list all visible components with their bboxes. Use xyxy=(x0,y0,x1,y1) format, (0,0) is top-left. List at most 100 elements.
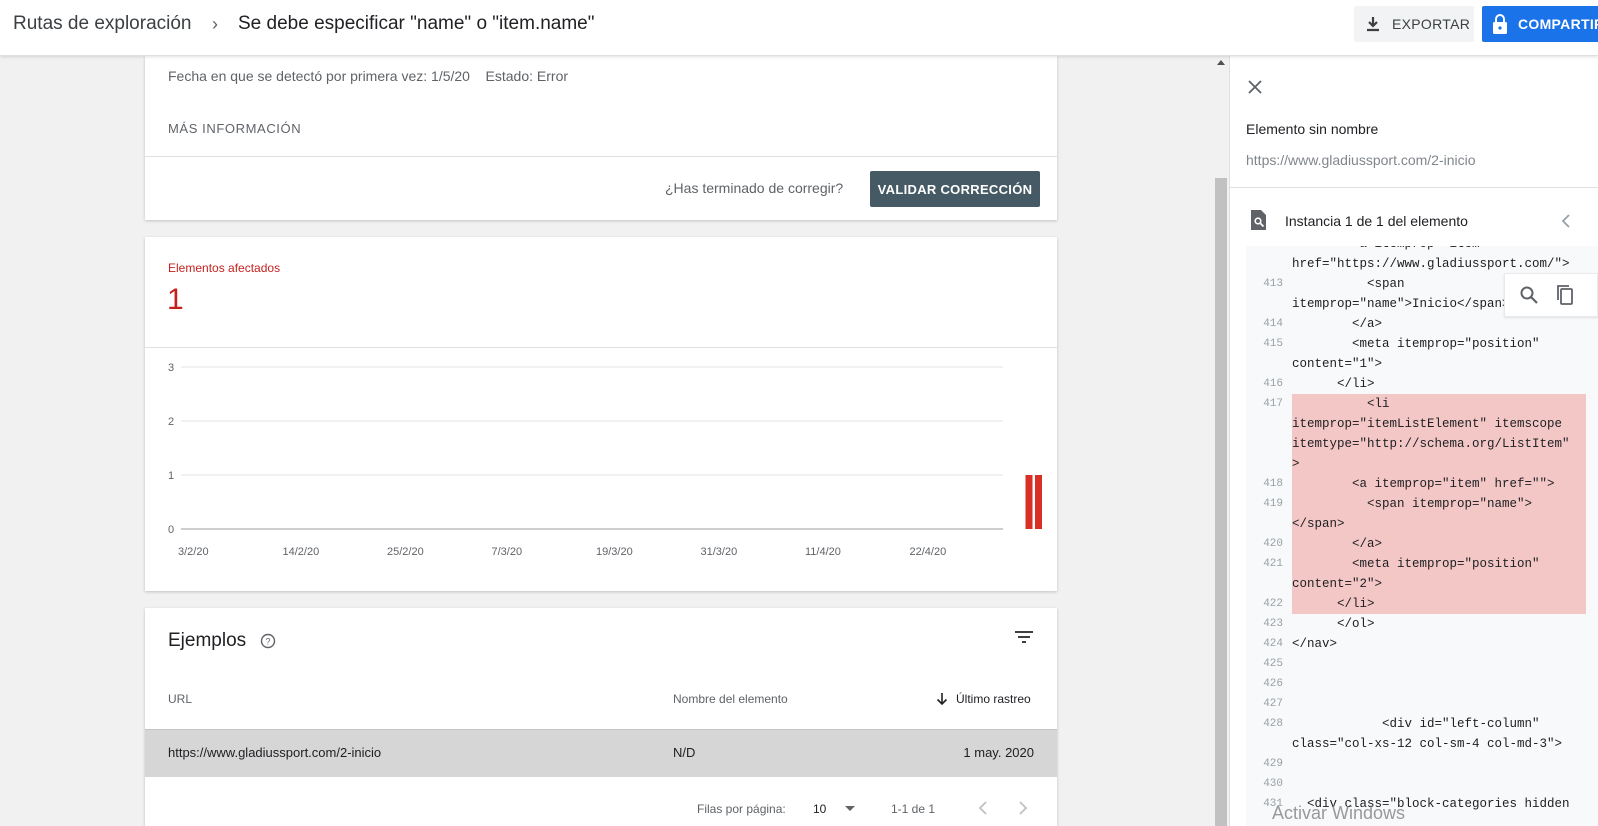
scroll-up-arrow[interactable] xyxy=(1217,60,1225,65)
chart-bar[interactable] xyxy=(1035,475,1042,529)
code-text: </nav> xyxy=(1292,637,1338,651)
code-text: </li> xyxy=(1292,377,1375,391)
code-line: 430 xyxy=(1246,774,1598,794)
prev-page-icon[interactable] xyxy=(977,800,989,816)
search-icon[interactable] xyxy=(1519,285,1539,305)
next-page-icon[interactable] xyxy=(1017,800,1029,816)
breadcrumb-root[interactable]: Rutas de exploración xyxy=(13,13,192,35)
x-tick-label: 25/2/20 xyxy=(387,546,424,558)
highlighted-code-line: content="2"> xyxy=(1246,574,1598,594)
code-line: 429 xyxy=(1246,754,1598,774)
svg-text:?: ? xyxy=(265,637,270,647)
line-number xyxy=(1246,574,1292,594)
help-icon[interactable]: ? xyxy=(260,633,276,649)
highlighted-code-line: 418 <a itemprop="item" href=""> xyxy=(1246,474,1598,494)
highlighted-code-line: 422 </li> xyxy=(1246,594,1598,614)
code-text: </ol> xyxy=(1292,617,1375,631)
code-text: class="col-xs-12 col-sm-4 col-md-3"> xyxy=(1292,737,1563,751)
code-text: <a itemprop="item" xyxy=(1292,246,1586,254)
code-line: 416 </li> xyxy=(1246,374,1598,394)
code-text: </a> xyxy=(1292,534,1586,554)
x-tick-label: 22/4/20 xyxy=(910,546,947,558)
code-text: itemtype="http://schema.org/ListItem" xyxy=(1292,434,1586,454)
code-text: href="https://www.gladiussport.com/"> xyxy=(1292,257,1570,271)
export-button[interactable]: EXPORTAR xyxy=(1354,6,1474,42)
element-name: Elemento sin nombre xyxy=(1246,121,1379,137)
status-label: Estado: xyxy=(485,68,534,84)
row-name: N/D xyxy=(673,745,696,760)
inspect-page-icon xyxy=(1251,210,1266,230)
lock-icon xyxy=(1493,14,1507,34)
y-tick-label: 2 xyxy=(168,416,174,428)
line-number: 412 xyxy=(1246,246,1292,254)
line-number: 426 xyxy=(1263,678,1283,690)
code-line: 424 </nav> xyxy=(1246,634,1598,654)
highlighted-code-line: 420 </a> xyxy=(1246,534,1598,554)
line-number xyxy=(1246,294,1292,314)
line-number: 429 xyxy=(1263,758,1283,770)
element-url: https://www.gladiussport.com/2-inicio xyxy=(1246,152,1476,168)
highlighted-code-line: itemtype="http://schema.org/ListItem" xyxy=(1246,434,1598,454)
more-info-link[interactable]: MÁS INFORMACIÓN xyxy=(168,121,301,136)
line-number: 420 xyxy=(1263,538,1283,550)
highlighted-code-line: 417 <li xyxy=(1246,394,1598,414)
rows-per-page-select[interactable]: 10 xyxy=(813,802,856,816)
close-icon[interactable] xyxy=(1246,78,1264,96)
line-number: 418 xyxy=(1263,478,1283,490)
x-tick-label: 3/2/20 xyxy=(178,546,209,558)
code-line: content="1"> xyxy=(1246,354,1598,374)
examples-card: Ejemplos ? URL Nombre del elemento Últim… xyxy=(145,608,1057,826)
code-text: content="2"> xyxy=(1292,574,1586,594)
column-header-name[interactable]: Nombre del elemento xyxy=(673,692,788,706)
share-button[interactable]: COMPARTIR xyxy=(1482,6,1598,42)
divider xyxy=(1230,187,1598,188)
code-text: </a> xyxy=(1292,317,1383,331)
download-icon xyxy=(1367,17,1379,32)
highlighted-code-line: 421 <meta itemprop="position" xyxy=(1246,554,1598,574)
line-number xyxy=(1246,734,1292,754)
filter-icon[interactable] xyxy=(1013,628,1035,646)
line-number xyxy=(1246,414,1292,434)
code-line: href="https://www.gladiussport.com/"> xyxy=(1246,254,1598,274)
highlighted-code-line: 419 <span itemprop="name"> xyxy=(1246,494,1598,514)
column-header-url[interactable]: URL xyxy=(168,692,192,706)
code-text: <li xyxy=(1292,394,1586,414)
column-header-last-crawl[interactable]: Último rastreo xyxy=(935,692,1034,706)
code-text: <meta itemprop="position" xyxy=(1292,337,1540,351)
page-title: Se debe especificar "name" o "item.name" xyxy=(238,13,595,34)
line-number: 419 xyxy=(1263,498,1283,510)
code-text: <a itemprop="item" href=""> xyxy=(1292,474,1586,494)
code-viewer[interactable]: 412 <a itemprop="item" href="https://www.… xyxy=(1246,246,1598,826)
code-toolbar xyxy=(1504,273,1598,317)
line-number xyxy=(1246,514,1292,534)
status-value: Error xyxy=(536,68,569,84)
line-number: 415 xyxy=(1263,338,1283,350)
code-line: 426 xyxy=(1246,674,1598,694)
affected-items-card: Elementos afectados 1 0 1 2 3 3/2/20 14/2/20 2… xyxy=(145,237,1057,591)
code-line: class="col-xs-12 col-sm-4 col-md-3"> xyxy=(1246,734,1598,754)
table-row[interactable]: https://www.gladiussport.com/2-inicio N/… xyxy=(145,729,1057,777)
line-number: 430 xyxy=(1263,778,1283,790)
scrollbar-thumb[interactable] xyxy=(1215,178,1227,826)
export-label: EXPORTAR xyxy=(1392,16,1471,32)
code-line: 414 </a> xyxy=(1246,314,1598,334)
affected-count: 1 xyxy=(167,283,184,316)
finished-question: ¿Has terminado de corregir? xyxy=(665,180,844,196)
validate-fix-button[interactable]: VALIDAR CORRECCIÓN xyxy=(870,171,1040,207)
x-tick-label: 19/3/20 xyxy=(596,546,633,558)
row-last-crawl: 1 may. 2020 xyxy=(963,745,1034,760)
windows-activation-watermark: Activar Windows xyxy=(1272,803,1406,823)
highlighted-code-line: itemprop="itemListElement" itemscope xyxy=(1246,414,1598,434)
y-tick-label: 0 xyxy=(168,524,174,536)
row-url: https://www.gladiussport.com/2-inicio xyxy=(168,745,382,760)
chevron-left-icon[interactable] xyxy=(1560,213,1572,229)
code-text: <div id="left-column" xyxy=(1292,717,1540,731)
chart-bar[interactable] xyxy=(1025,475,1033,529)
examples-title: Ejemplos xyxy=(168,630,247,651)
x-tick-label: 14/2/20 xyxy=(283,546,320,558)
copy-icon[interactable] xyxy=(1555,284,1575,306)
